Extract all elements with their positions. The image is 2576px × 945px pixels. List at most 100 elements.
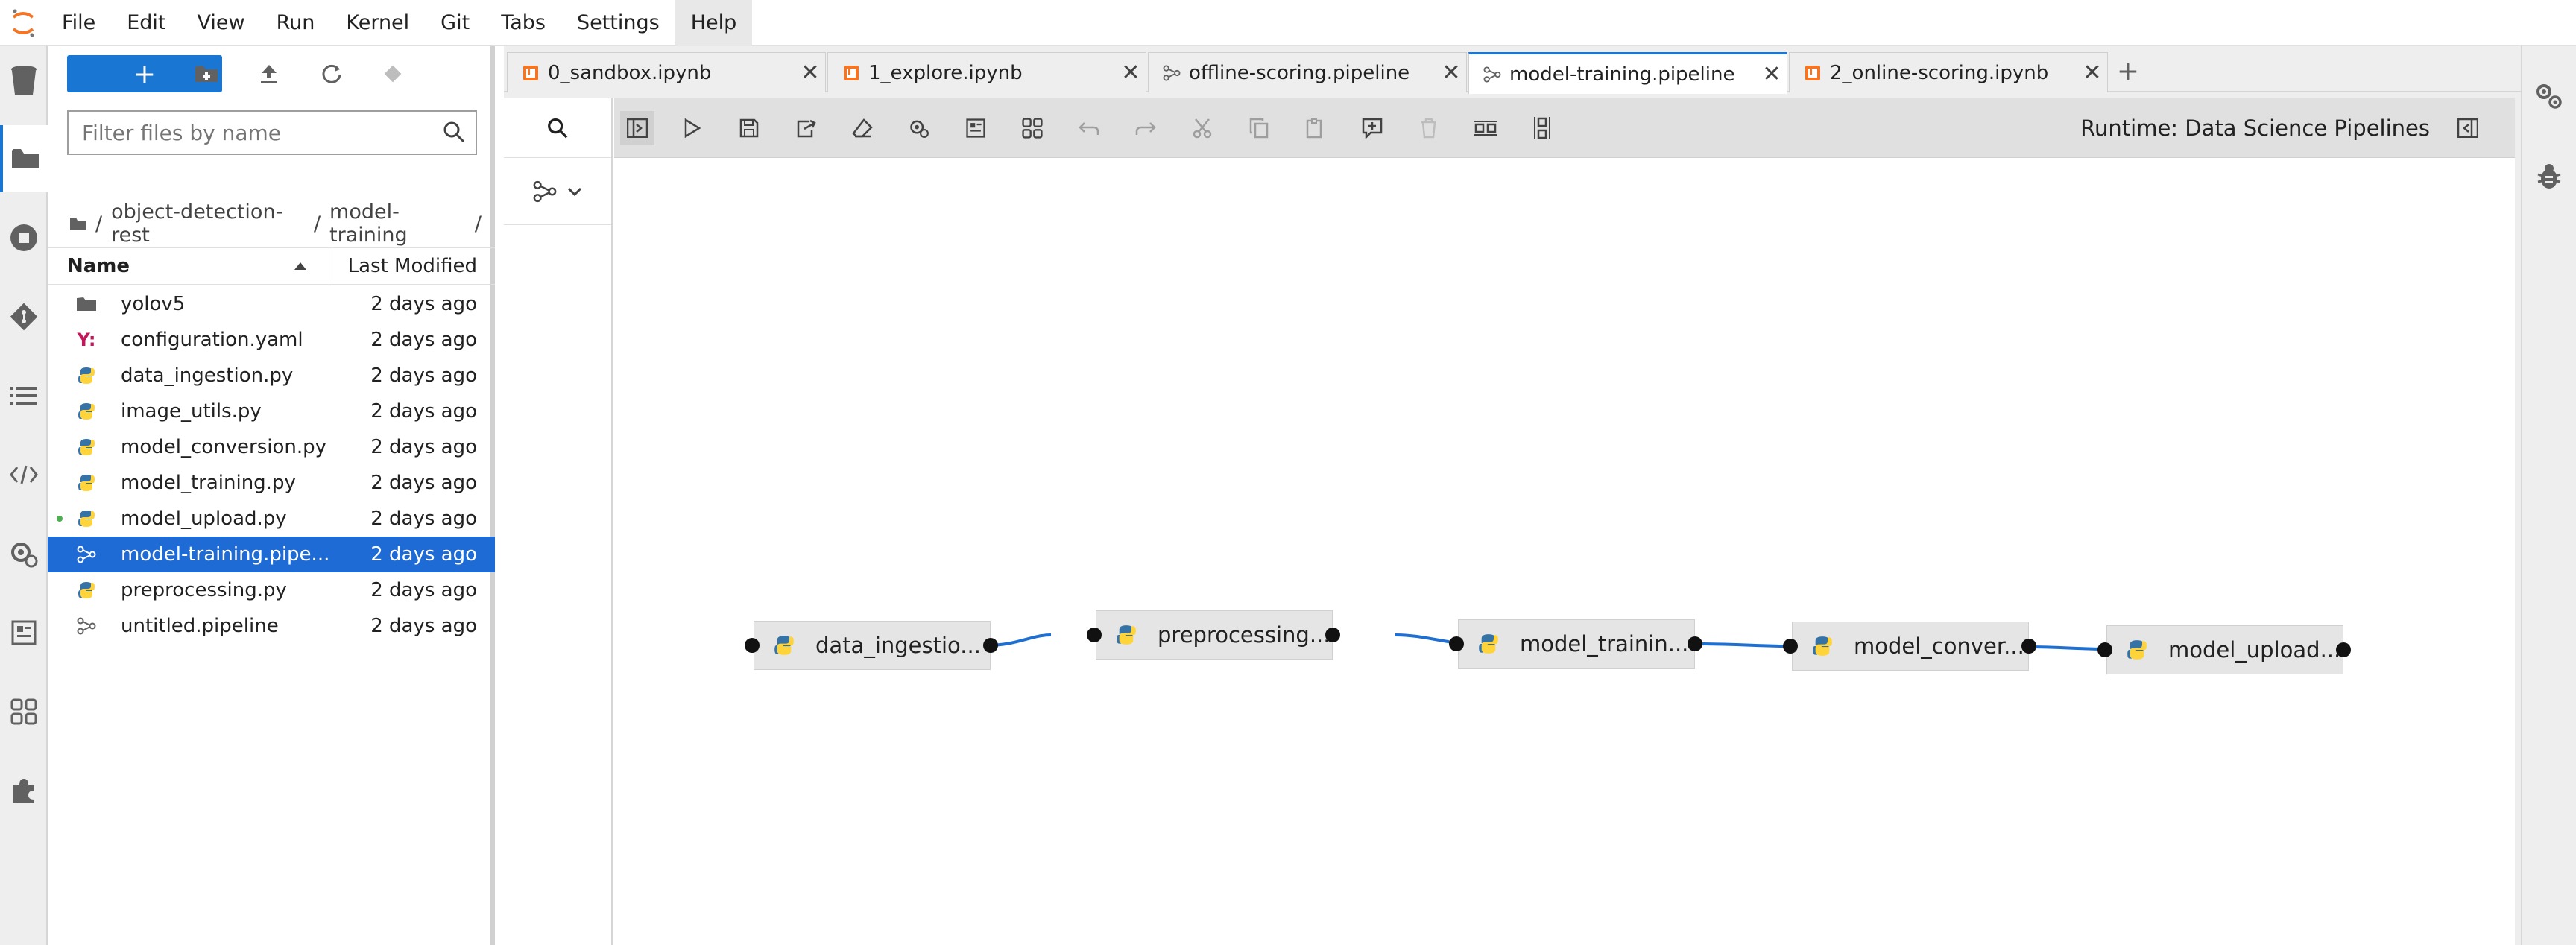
redo-icon[interactable] — [1128, 111, 1163, 145]
file-browser-toolbar: + — [48, 46, 490, 106]
input-port[interactable] — [1449, 636, 1464, 651]
tab-label: offline-scoring.pipeline — [1189, 61, 1410, 84]
tab-offline-scoring[interactable]: offline-scoring.pipeline ✕ — [1148, 52, 1467, 92]
undo-icon[interactable] — [1072, 111, 1106, 145]
home-folder-icon[interactable] — [70, 212, 86, 236]
name-column-header[interactable]: Name — [48, 247, 329, 285]
toc-icon[interactable] — [0, 362, 48, 429]
file-row-model-training-py[interactable]: model_training.py 2 days ago — [48, 465, 495, 501]
input-port[interactable] — [745, 638, 760, 653]
delete-icon[interactable] — [1412, 111, 1446, 145]
output-port[interactable] — [2336, 642, 2351, 657]
toggle-palette-icon[interactable] — [620, 111, 654, 145]
file-row-yolov5[interactable]: yolov5 2 days ago — [48, 286, 495, 322]
open-component-catalogs-icon[interactable] — [1015, 111, 1049, 145]
code-snippets-icon[interactable] — [0, 441, 48, 508]
export-icon[interactable] — [789, 111, 823, 145]
output-port[interactable] — [1325, 628, 1340, 642]
debugger-icon[interactable] — [2525, 143, 2573, 210]
menu-git[interactable]: Git — [425, 0, 485, 46]
close-icon[interactable]: ✕ — [1436, 60, 1466, 86]
save-icon[interactable] — [732, 111, 766, 145]
git-icon[interactable] — [0, 283, 48, 350]
palette-search-button[interactable] — [504, 98, 611, 158]
close-icon[interactable]: ✕ — [795, 60, 825, 86]
input-port[interactable] — [2097, 642, 2112, 657]
component-catalogs-icon[interactable] — [0, 678, 48, 745]
close-icon[interactable]: ✕ — [1757, 61, 1787, 87]
close-icon[interactable]: ✕ — [1116, 60, 1146, 86]
tab-1-explore[interactable]: 1_explore.ipynb ✕ — [827, 52, 1146, 92]
file-modified: 2 days ago — [370, 293, 477, 315]
menu-tabs[interactable]: Tabs — [485, 0, 561, 46]
runtime-images-icon[interactable] — [0, 599, 48, 666]
runtimes-icon[interactable] — [0, 520, 48, 587]
menu-settings[interactable]: Settings — [561, 0, 675, 46]
tab-0-sandbox[interactable]: 0_sandbox.ipynb ✕ — [507, 52, 826, 92]
node-preprocessing[interactable]: preprocessing... — [1096, 610, 1333, 660]
file-row-image-utils-py[interactable]: image_utils.py 2 days ago — [48, 394, 495, 429]
paste-icon[interactable] — [1298, 111, 1333, 145]
file-row-untitled-pipeline[interactable]: untitled.pipeline 2 days ago — [48, 608, 495, 644]
new-folder-icon[interactable] — [189, 57, 224, 91]
output-port[interactable] — [983, 638, 998, 653]
open-runtime-images-icon[interactable] — [959, 111, 993, 145]
trash-icon[interactable] — [0, 46, 48, 113]
tab-label: 1_explore.ipynb — [868, 61, 1023, 84]
run-pipeline-icon[interactable] — [675, 111, 710, 145]
menu-view[interactable]: View — [181, 0, 260, 46]
input-port[interactable] — [1087, 628, 1102, 642]
output-port[interactable] — [2021, 639, 2036, 654]
file-row-model-upload-py[interactable]: model_upload.py 2 days ago — [48, 501, 495, 537]
menu-file[interactable]: File — [46, 0, 111, 46]
menu-edit[interactable]: Edit — [111, 0, 181, 46]
file-name: configuration.yaml — [121, 329, 303, 351]
add-tab-button[interactable]: + — [2111, 54, 2145, 88]
clear-icon[interactable] — [845, 111, 880, 145]
file-row-configuration-yaml[interactable]: Y: configuration.yaml 2 days ago — [48, 322, 495, 358]
pipeline-canvas[interactable]: data_ingestio... preprocessing... model_… — [614, 158, 2515, 945]
menu-help[interactable]: Help — [675, 0, 753, 46]
node-data-ingestion[interactable]: data_ingestio... — [754, 621, 991, 670]
palette-pipeline-dropdown[interactable] — [504, 158, 611, 225]
breadcrumb-model-training[interactable]: model-training — [329, 200, 466, 247]
menu-run[interactable]: Run — [261, 0, 331, 46]
git-clone-icon[interactable] — [376, 57, 410, 91]
breadcrumb-object-detection-rest[interactable]: object-detection-rest — [111, 200, 305, 247]
running-icon[interactable] — [0, 204, 48, 271]
filter-files-input[interactable] — [69, 112, 471, 154]
refresh-icon[interactable] — [315, 57, 349, 91]
output-port[interactable] — [1688, 636, 1702, 651]
close-icon[interactable]: ✕ — [2077, 60, 2107, 86]
cut-icon[interactable] — [1185, 111, 1219, 145]
upload-icon[interactable] — [252, 57, 286, 91]
filter-files-field[interactable] — [67, 110, 477, 155]
input-port[interactable] — [1783, 639, 1798, 654]
file-row-model-conversion-py[interactable]: model_conversion.py 2 days ago — [48, 429, 495, 465]
add-comment-icon[interactable] — [1355, 111, 1389, 145]
copy-icon[interactable] — [1242, 111, 1276, 145]
file-row-preprocessing-py[interactable]: preprocessing.py 2 days ago — [48, 572, 495, 608]
menu-kernel[interactable]: Kernel — [330, 0, 425, 46]
tab-model-training[interactable]: model-training.pipeline ✕ — [1468, 52, 1787, 94]
file-row-model-training-pipeline[interactable]: model-training.pipe... 2 days ago — [48, 537, 495, 572]
arrange-horizontal-icon[interactable] — [1468, 111, 1503, 145]
extensions-icon[interactable] — [0, 757, 48, 824]
open-runtimes-icon[interactable] — [902, 111, 936, 145]
last-modified-column-header[interactable]: Last Modified — [329, 255, 495, 277]
file-modified: 2 days ago — [370, 508, 477, 530]
toggle-properties-panel-icon[interactable] — [2451, 111, 2485, 145]
arrange-vertical-icon[interactable] — [1525, 111, 1559, 145]
node-model-conversion[interactable]: model_conver... — [1792, 622, 2029, 671]
node-model-upload[interactable]: model_upload... — [2106, 625, 2343, 674]
file-modified: 2 days ago — [370, 364, 477, 387]
file-name: image_utils.py — [121, 400, 262, 423]
node-label: data_ingestio... — [815, 633, 981, 658]
file-row-data-ingestion-py[interactable]: data_ingestion.py 2 days ago — [48, 358, 495, 394]
file-modified: 2 days ago — [370, 436, 477, 458]
folder-icon[interactable] — [0, 125, 48, 192]
tab-2-online-scoring[interactable]: 2_online-scoring.ipynb ✕ — [1789, 52, 2108, 92]
property-inspector-icon[interactable] — [2525, 63, 2573, 130]
node-model-training[interactable]: model_trainin... — [1458, 619, 1695, 669]
modified-indicator — [57, 516, 63, 522]
